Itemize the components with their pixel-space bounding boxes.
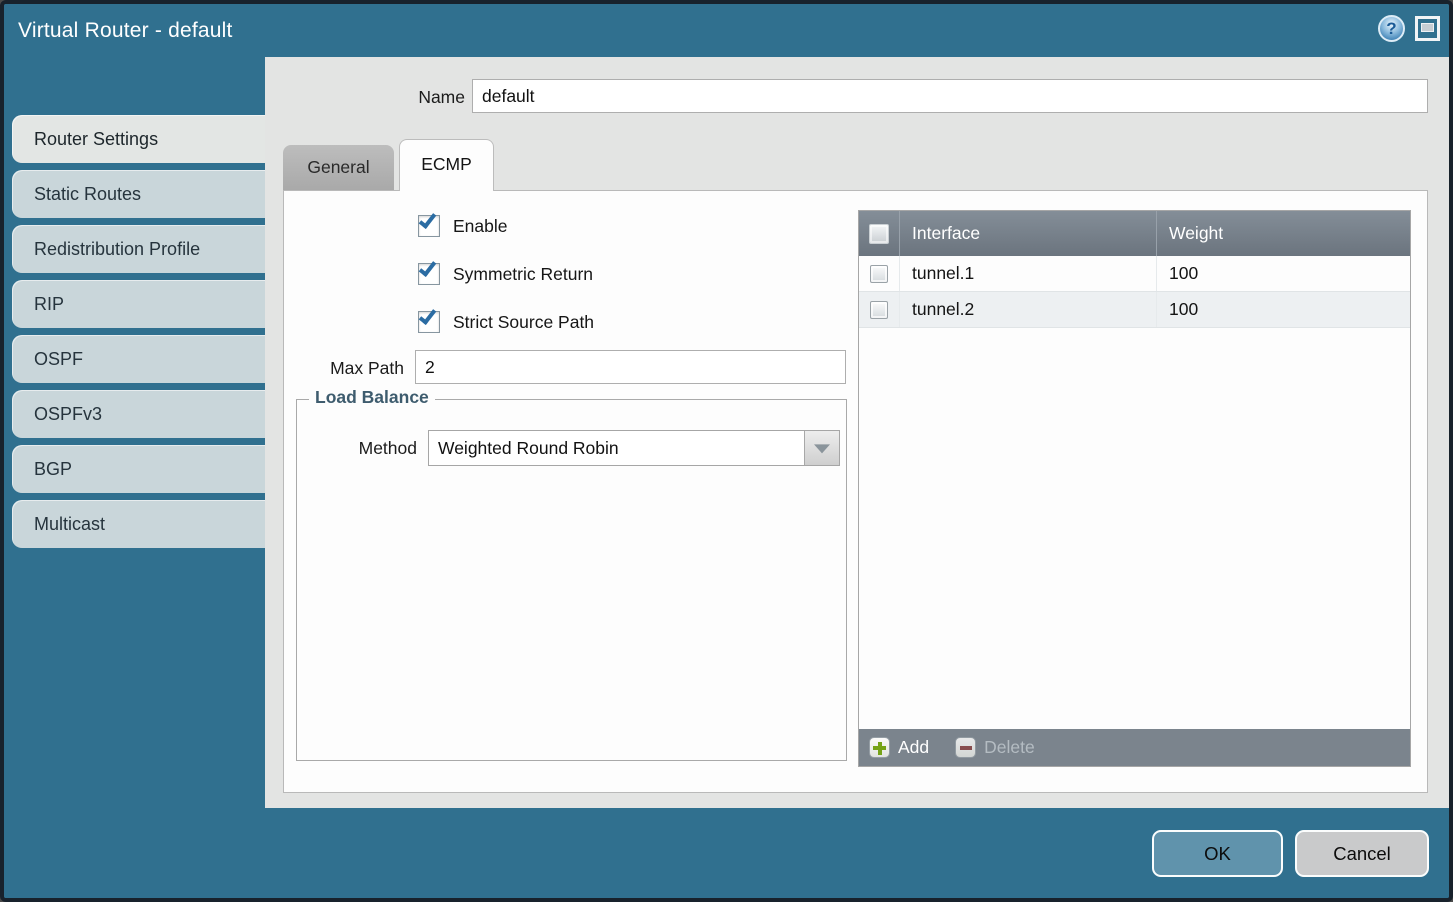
chevron-down-icon [814,444,830,453]
window-restore-icon-inner [1421,23,1434,32]
tab-general[interactable]: General [283,145,394,190]
max-path-input[interactable] [415,350,846,384]
sidebar-item-redistribution-profile[interactable]: Redistribution Profile [12,225,265,273]
virtual-router-dialog: Virtual Router - default ? Router Settin… [0,0,1453,902]
dialog-title: Virtual Router - default [18,4,233,57]
sidebar: Router Settings Static Routes Redistribu… [4,57,265,898]
table-row[interactable]: tunnel.2 100 [859,292,1410,328]
sidebar-item-rip[interactable]: RIP [12,280,265,328]
plus-icon [869,737,890,758]
check-icon [419,258,437,277]
help-icon[interactable]: ? [1378,15,1405,42]
sidebar-item-static-routes[interactable]: Static Routes [12,170,265,218]
name-input[interactable] [472,79,1428,113]
row-checkbox[interactable] [870,301,888,319]
minus-icon [955,737,976,758]
enable-checkbox[interactable] [418,215,440,237]
name-label: Name [405,79,465,115]
help-icon-glyph: ? [1386,19,1396,39]
method-dropdown-value: Weighted Round Robin [438,431,619,465]
symmetric-return-checkbox[interactable] [418,263,440,285]
select-all-checkbox[interactable] [869,224,889,244]
column-header-interface: Interface [900,211,1157,256]
title-bar: Virtual Router - default ? [4,4,1449,57]
delete-button[interactable]: Delete [955,737,1035,758]
add-button[interactable]: Add [869,737,929,758]
ok-button[interactable]: OK [1152,830,1283,877]
sidebar-item-router-settings[interactable]: Router Settings [12,115,265,163]
column-header-weight: Weight [1157,211,1410,256]
cell-interface: tunnel.2 [900,292,1157,327]
tab-ecmp[interactable]: ECMP [399,139,494,191]
symmetric-return-checkbox-row: Symmetric Return [418,261,593,287]
window-restore-icon[interactable] [1415,16,1440,41]
check-icon [419,210,437,229]
sidebar-item-bgp[interactable]: BGP [12,445,265,493]
cell-weight: 100 [1157,256,1410,291]
strict-source-path-checkbox-row: Strict Source Path [418,309,594,335]
cancel-button[interactable]: Cancel [1295,830,1429,877]
table-row[interactable]: tunnel.1 100 [859,256,1410,292]
sidebar-item-ospf[interactable]: OSPF [12,335,265,383]
check-icon [419,306,437,325]
strict-source-path-checkbox[interactable] [418,311,440,333]
interface-table: Interface Weight tunnel.1 100 tunnel.2 1… [858,210,1411,767]
table-footer-bar: Add Delete [859,729,1410,766]
bottom-bar: OK Cancel [4,808,1449,898]
method-dropdown[interactable]: Weighted Round Robin [428,430,840,466]
symmetric-return-label: Symmetric Return [453,264,593,285]
load-balance-fieldset: Load Balance Method Weighted Round Robin [296,399,847,761]
table-empty-area [859,328,1410,729]
table-header-row: Interface Weight [859,211,1410,256]
content-area: Name General ECMP Enable Symmetric Retur… [265,57,1449,808]
enable-checkbox-row: Enable [418,213,508,239]
method-label: Method [317,430,417,466]
delete-button-label: Delete [984,737,1035,758]
cell-weight: 100 [1157,292,1410,327]
strict-source-path-label: Strict Source Path [453,312,594,333]
max-path-label: Max Path [284,351,404,385]
sidebar-item-ospfv3[interactable]: OSPFv3 [12,390,265,438]
method-dropdown-arrow-button[interactable] [804,431,839,465]
add-button-label: Add [898,737,929,758]
enable-label: Enable [453,216,508,237]
sidebar-item-multicast[interactable]: Multicast [12,500,265,548]
cell-interface: tunnel.1 [900,256,1157,291]
row-checkbox[interactable] [870,265,888,283]
ecmp-panel: Enable Symmetric Return Strict Source Pa… [283,190,1428,793]
load-balance-legend: Load Balance [309,387,435,408]
